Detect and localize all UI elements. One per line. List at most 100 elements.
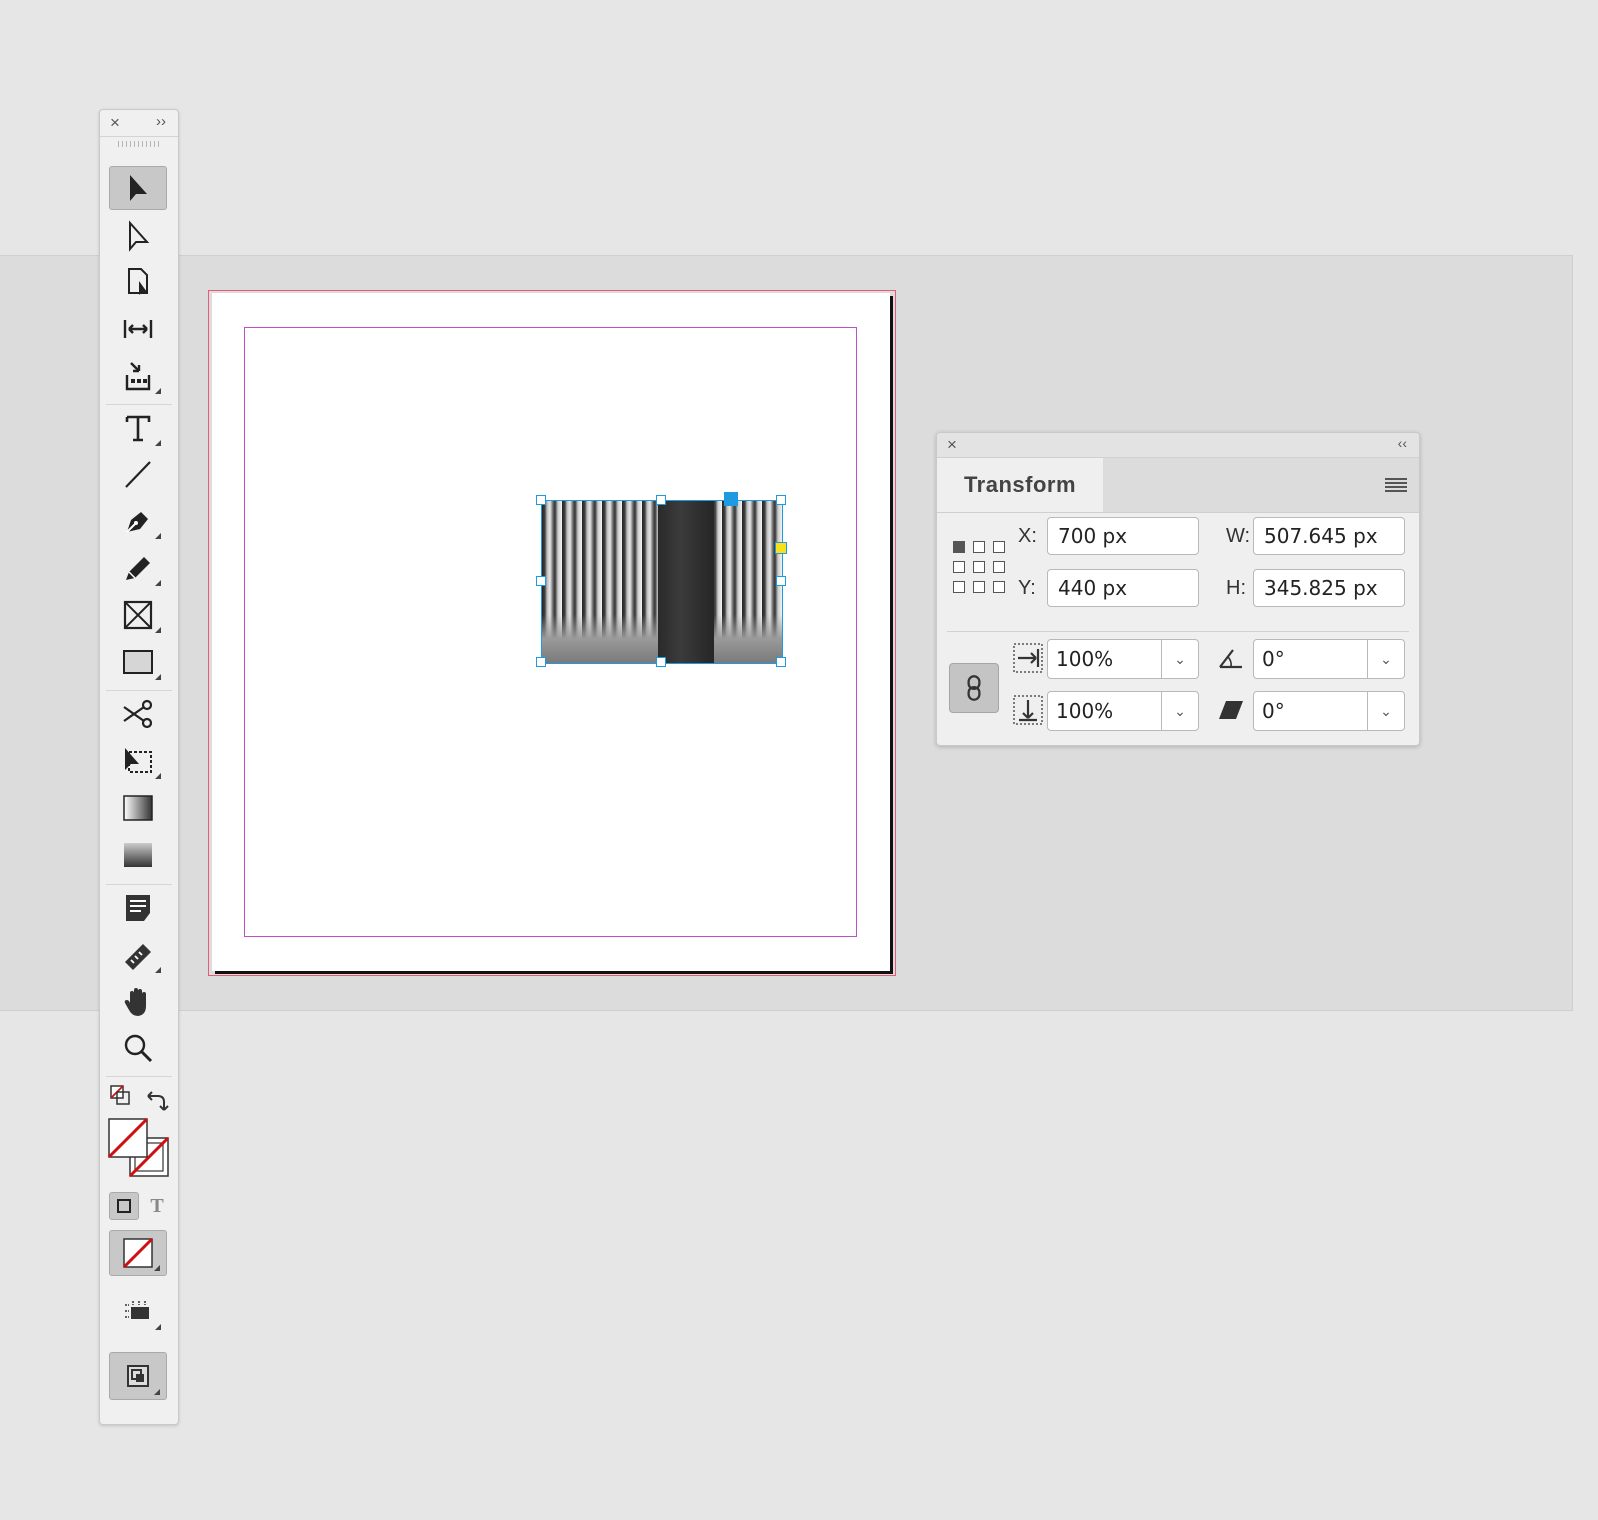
tool-group-indicator — [155, 967, 161, 973]
tool-group-indicator — [155, 773, 161, 779]
reference-point-center[interactable] — [973, 561, 985, 573]
reference-point-bottom-left[interactable] — [953, 581, 965, 593]
free-transform-tool[interactable] — [109, 739, 167, 783]
container-icon — [117, 1199, 131, 1213]
none-swatch-icon — [122, 1237, 154, 1269]
handle-top-middle[interactable] — [656, 495, 666, 505]
screen-mode-button[interactable] — [109, 1290, 167, 1334]
type-tool[interactable] — [109, 406, 167, 450]
hand-tool[interactable] — [109, 980, 167, 1024]
shear-angle-combo[interactable]: 0° ⌄ — [1253, 691, 1405, 731]
rotation-angle-value[interactable]: 0° — [1254, 640, 1367, 678]
constrain-proportions-button[interactable] — [949, 663, 999, 713]
formatting-affects-text-button[interactable]: T — [144, 1192, 170, 1220]
handle-middle-left[interactable] — [536, 576, 546, 586]
tool-group-indicator — [155, 440, 161, 446]
reference-point-top-right[interactable] — [993, 541, 1005, 553]
handle-top-left[interactable] — [536, 495, 546, 505]
note-tool-icon — [126, 895, 150, 921]
view-mode-button[interactable] — [109, 1352, 167, 1400]
handle-top-right[interactable] — [776, 495, 786, 505]
reference-point-top-center[interactable] — [973, 541, 985, 553]
scale-x-icon — [1013, 643, 1043, 673]
type-tool-icon — [125, 415, 151, 442]
tools-panel: × ›› T — [99, 109, 179, 1425]
swap-fill-stroke-icon[interactable] — [144, 1088, 170, 1114]
handle-middle-right[interactable] — [776, 576, 786, 586]
preview-mode-icon — [127, 1365, 149, 1387]
page-tool[interactable] — [109, 260, 167, 304]
content-collector-tool[interactable] — [109, 354, 167, 398]
selection-tool-icon — [130, 175, 147, 201]
reference-point-middle-left[interactable] — [953, 561, 965, 573]
collapse-icon[interactable]: ‹‹ — [1398, 435, 1407, 451]
scale-y-combo[interactable]: 100% ⌄ — [1047, 691, 1199, 731]
normal-mode-icon — [125, 1301, 149, 1319]
chevron-down-icon[interactable]: ⌄ — [1367, 640, 1404, 678]
close-icon[interactable]: × — [110, 113, 120, 133]
reference-point-top-left[interactable] — [953, 541, 965, 553]
gradient-swatch-tool-icon — [123, 795, 153, 821]
chevron-down-icon[interactable]: ⌄ — [1367, 692, 1404, 730]
hand-tool-icon — [124, 988, 146, 1016]
scale-y-value[interactable]: 100% — [1048, 692, 1161, 730]
width-field[interactable]: 507.645 px — [1253, 517, 1405, 555]
gradient-feather-tool[interactable] — [109, 833, 167, 877]
reference-point-bottom-right[interactable] — [993, 581, 1005, 593]
h-label: H: — [1226, 577, 1246, 599]
gap-tool[interactable] — [109, 307, 167, 351]
chevron-down-icon[interactable]: ⌄ — [1161, 640, 1198, 678]
tool-group-indicator — [155, 674, 161, 680]
fill-stroke-swatches[interactable] — [107, 1117, 170, 1178]
document-page[interactable] — [212, 293, 890, 971]
chevron-down-icon[interactable]: ⌄ — [1161, 692, 1198, 730]
direct-selection-tool[interactable] — [109, 214, 167, 258]
rotation-angle-combo[interactable]: 0° ⌄ — [1253, 639, 1405, 679]
pencil-tool[interactable] — [109, 546, 167, 590]
tool-group-indicator — [155, 388, 161, 394]
image-frame[interactable] — [541, 500, 783, 664]
reference-point-middle-right[interactable] — [993, 561, 1005, 573]
reference-point-bottom-center[interactable] — [973, 581, 985, 593]
line-tool-icon — [125, 461, 151, 488]
gradient-swatch-tool[interactable] — [109, 786, 167, 830]
default-fill-stroke-icon[interactable] — [110, 1085, 132, 1107]
scale-x-combo[interactable]: 100% ⌄ — [1047, 639, 1199, 679]
pen-tool[interactable] — [109, 499, 167, 543]
tool-group-indicator — [155, 1324, 161, 1330]
scissors-tool[interactable] — [109, 692, 167, 736]
reference-point-selector[interactable] — [953, 541, 1005, 593]
w-label: W: — [1226, 525, 1251, 547]
close-icon[interactable]: × — [947, 435, 957, 455]
handle-bottom-middle[interactable] — [656, 657, 666, 667]
height-field[interactable]: 345.825 px — [1253, 569, 1405, 607]
measure-tool[interactable] — [109, 933, 167, 977]
tab-transform[interactable]: Transform — [937, 458, 1103, 512]
gradient-feather-tool-icon — [124, 843, 152, 867]
zoom-tool[interactable] — [109, 1026, 167, 1070]
y-position-field[interactable]: 440 px — [1047, 569, 1199, 607]
handle-bottom-right[interactable] — [776, 657, 786, 667]
line-tool[interactable] — [109, 452, 167, 496]
note-tool[interactable] — [109, 886, 167, 930]
apply-none-button[interactable] — [109, 1230, 167, 1276]
grip-handle[interactable] — [118, 141, 160, 147]
expand-icon[interactable]: ›› — [156, 113, 166, 130]
tool-group-indicator — [154, 1265, 160, 1271]
live-corner-handle[interactable] — [775, 542, 787, 554]
rectangle-frame-tool[interactable] — [109, 593, 167, 637]
rotation-angle-icon — [1217, 645, 1245, 671]
x-position-field[interactable]: 700 px — [1047, 517, 1199, 555]
formatting-affects-container-button[interactable] — [109, 1192, 139, 1220]
panel-menu-icon[interactable] — [1385, 478, 1407, 492]
tool-group-indicator — [155, 580, 161, 586]
chain-link-icon — [967, 675, 981, 701]
free-transform-tool-icon — [125, 748, 152, 773]
scale-x-value[interactable]: 100% — [1048, 640, 1161, 678]
content-grabber-point[interactable] — [724, 492, 738, 506]
zoom-tool-icon — [124, 1034, 153, 1063]
shear-angle-value[interactable]: 0° — [1254, 692, 1367, 730]
rectangle-tool[interactable] — [109, 640, 167, 684]
selection-tool[interactable] — [109, 166, 167, 210]
handle-bottom-left[interactable] — [536, 657, 546, 667]
